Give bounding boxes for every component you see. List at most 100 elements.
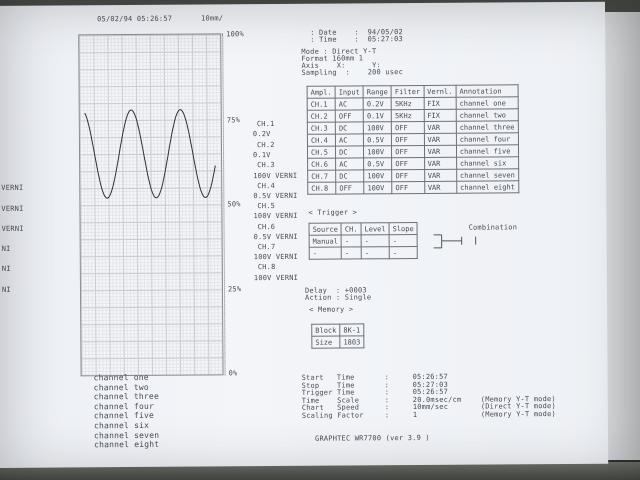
annotation-label: channel three (93, 392, 159, 402)
table-cell: - (341, 246, 362, 260)
table-cell: channel eight (456, 180, 519, 194)
table-cell: CH.6 (307, 158, 336, 171)
table-cell: CH.8 (307, 182, 336, 195)
annotation-label: channel five (93, 411, 155, 421)
table-cell: AC (335, 157, 364, 171)
channel-range-label: 100V VERNI (253, 171, 298, 181)
channel-range-label: CH.4 (257, 182, 275, 191)
table-header-cell: Source (309, 223, 342, 236)
table-header-cell: Level (360, 222, 390, 235)
table-cell: 100V (363, 181, 393, 194)
scale-100: 100% (226, 30, 244, 39)
table-cell: - (361, 246, 390, 259)
annotation-label: channel eight (94, 440, 160, 450)
table-cell: - (361, 234, 390, 247)
info-time: : Time : 05:27:03 (310, 35, 403, 44)
table-cell: 8K-1 (339, 323, 364, 337)
annotation-label: channel two (93, 382, 149, 392)
table-cell: channel four (456, 132, 519, 146)
table-cell: AC (335, 97, 364, 111)
table-cell: FIX (423, 97, 457, 110)
table-cell: OFF (391, 133, 425, 146)
table-header-row: Source CH. Level Slope (309, 222, 418, 236)
left-edge-label: NI (1, 264, 11, 273)
memory-title: < Memory > (309, 305, 354, 314)
channel-range-label: 100V VERNI (253, 211, 298, 221)
table-cell: OFF (335, 181, 364, 195)
table-cell: VAR (424, 157, 457, 170)
channel-range-label: CH.1 (256, 120, 275, 129)
channel-range-label: CH.5 (257, 202, 276, 211)
table-cell: 5KHz (391, 97, 424, 110)
trigger-row: Manual - - - (309, 234, 418, 248)
memory-row: Size 1803 (311, 335, 364, 349)
table-cell: 1803 (339, 335, 364, 349)
channel-range-label: CH.2 (256, 141, 275, 150)
table-cell: channel seven (456, 168, 519, 182)
table-cell: - (389, 246, 418, 259)
table-cell: OFF (391, 121, 424, 134)
table-cell: CH.3 (307, 122, 336, 135)
table-cell: - (389, 234, 418, 247)
channel-settings-table: Ampl. Input Range Filter Vernl. Annotation CH.… (307, 84, 519, 195)
table-header-cell: Input (335, 85, 364, 99)
channel-range-list: CH.1 0.2V CH.2 0.1V CH.3 100V VERNI CH.4 0.5V V… (0, 2, 605, 282)
table-cell: - (341, 234, 362, 248)
time-setting-colon: : (384, 410, 390, 419)
header-rate: 10mm/ (201, 14, 224, 23)
table-header-cell: Filter (391, 85, 424, 98)
time-setting-name: Scaling Factor (301, 410, 364, 420)
time-settings: Start Time:05:26:57 Stop Time:05:27:03 Tri… (0, 2, 605, 420)
memory-row: Block 8K-1 (311, 323, 364, 337)
table-cell: VAR (423, 133, 457, 146)
table-cell: OFF (335, 109, 364, 123)
channel-row: CH.8 OFF 100V OFF VAR channel eight (307, 180, 519, 195)
action-value: Action : Single (305, 293, 372, 302)
table-cell: channel two (456, 108, 518, 122)
table-cell: CH.7 (307, 170, 336, 183)
table-cell: OFF (391, 169, 425, 182)
table-cell: Size (311, 336, 340, 349)
annotation-label: channel six (93, 420, 150, 431)
channel-range-label: 100V VERNI (253, 252, 298, 262)
chart-paper: 05/02/94 05:26:57 10mm/ 100% 75% 50% 25%… (0, 1, 609, 468)
table-cell: channel three (456, 120, 519, 134)
table-cell: FIX (423, 109, 457, 122)
trigger-table: Source CH. Level Slope Manual - - - - - - - (309, 222, 418, 260)
table-cell: OFF (391, 157, 425, 170)
scale-75: 75% (226, 116, 241, 125)
table-cell: CH.5 (307, 146, 336, 159)
table-cell: DC (335, 145, 364, 159)
time-setting-value: 1 (412, 410, 418, 419)
table-cell: Block (311, 324, 340, 337)
table-header-cell: Vernl. (423, 85, 456, 98)
channel-range-label: 0.1V (253, 151, 271, 160)
table-cell: CH.4 (307, 134, 336, 147)
table-cell: DC (335, 121, 364, 135)
header-datetime: 05/02/94 05:26:57 (97, 14, 173, 24)
table-header-cell: Slope (389, 222, 418, 235)
table-cell: 0.5V (363, 133, 392, 146)
table-cell: OFF (391, 145, 425, 158)
combination-symbol (433, 234, 477, 249)
channel-range-label: CH.6 (257, 223, 276, 232)
scale-50: 50% (227, 200, 241, 209)
time-setting-value: 10mm/sec (412, 402, 449, 412)
time-setting-mode: (Memory Y-T mode) (480, 409, 556, 419)
channel-range-label: 0.5V VERNI (253, 191, 298, 201)
scale-25: 25% (227, 285, 242, 294)
table-cell: 100V (363, 169, 392, 182)
waveform-trace (84, 109, 216, 199)
channel-range-label: 100V VERNI (253, 273, 299, 283)
table-cell: channel five (456, 144, 519, 158)
table-cell: 5KHz (391, 109, 424, 122)
table-cell: Manual (309, 235, 342, 248)
left-edge-label: VERNI (1, 224, 24, 233)
table-cell: VAR (424, 181, 457, 194)
table-header-cell: Range (363, 85, 392, 98)
channel-range-label: CH.3 (257, 161, 275, 170)
table-header-cell: CH. (341, 222, 362, 236)
footer-version: GRAPHTEC WR7700 (ver 3.9 ) (315, 433, 430, 443)
table-cell: 100V (363, 121, 392, 134)
left-edge-label: NI (1, 285, 11, 294)
